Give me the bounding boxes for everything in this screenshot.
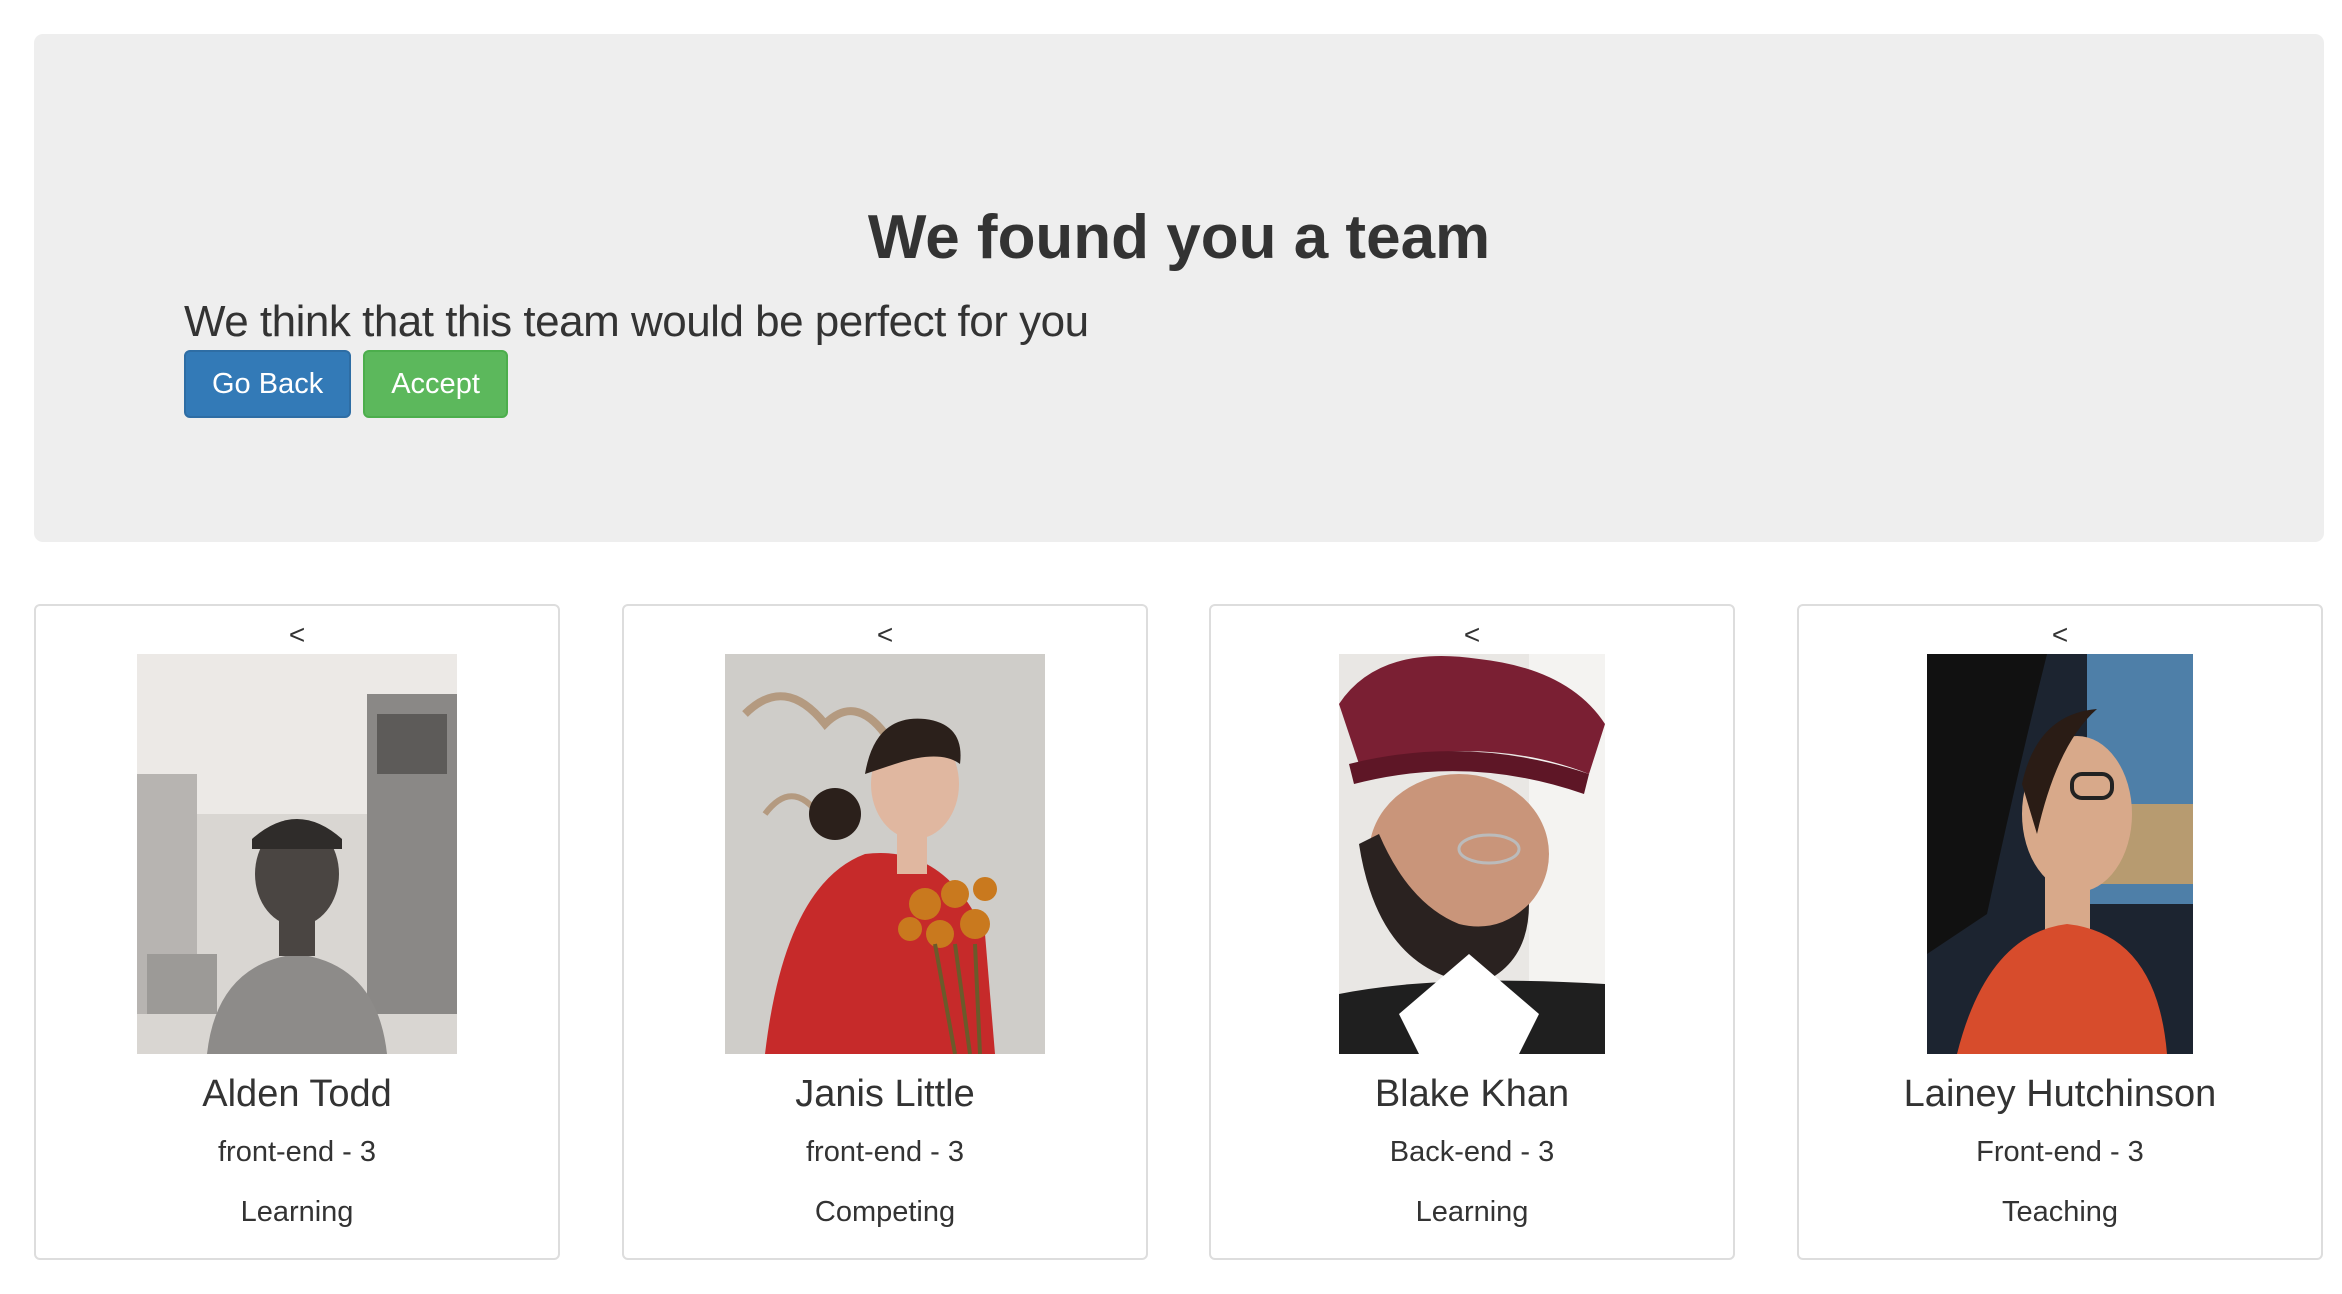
member-role: front-end - 3 — [218, 1136, 376, 1168]
page-title: We found you a team — [867, 203, 1491, 272]
page-subtitle: We think that this team would be perfect… — [184, 297, 1089, 346]
action-buttons: Go Back Accept — [184, 350, 508, 418]
member-name: Lainey Hutchinson — [1903, 1073, 2217, 1115]
member-photo — [137, 654, 457, 1054]
member-goal: Learning — [240, 1196, 354, 1228]
previous-arrow[interactable]: < — [36, 620, 558, 650]
team-member-card: < Alden Todd front-end - 3 Learning — [34, 604, 560, 1260]
member-photo — [1927, 654, 2193, 1054]
previous-arrow[interactable]: < — [1799, 620, 2321, 650]
team-member-card: < Lainey Hutchinson Front-end - 3 Teachi… — [1797, 604, 2323, 1260]
member-role: Back-end - 3 — [1389, 1136, 1555, 1168]
jumbotron: We found you a team We think that this t… — [34, 34, 2324, 542]
member-photo — [725, 654, 1045, 1054]
member-name: Alden Todd — [202, 1073, 392, 1115]
accept-button[interactable]: Accept — [363, 350, 508, 418]
member-photo — [1339, 654, 1605, 1054]
previous-arrow[interactable]: < — [624, 620, 1146, 650]
member-goal: Competing — [814, 1196, 956, 1228]
member-name: Blake Khan — [1374, 1073, 1570, 1115]
member-goal: Learning — [1415, 1196, 1529, 1228]
team-member-cards: < Alden Todd front-end - 3 Learning < Ja… — [34, 604, 2324, 1262]
member-role: front-end - 3 — [806, 1136, 964, 1168]
team-member-card: < Blake Khan Back-end - 3 Learning — [1209, 604, 1735, 1260]
member-role: Front-end - 3 — [1976, 1136, 2144, 1168]
go-back-button[interactable]: Go Back — [184, 350, 352, 418]
member-goal: Teaching — [2001, 1196, 2119, 1228]
member-name: Janis Little — [795, 1073, 975, 1115]
previous-arrow[interactable]: < — [1211, 620, 1733, 650]
team-member-card: < Janis Little front-end - 3 Competing — [622, 604, 1148, 1260]
